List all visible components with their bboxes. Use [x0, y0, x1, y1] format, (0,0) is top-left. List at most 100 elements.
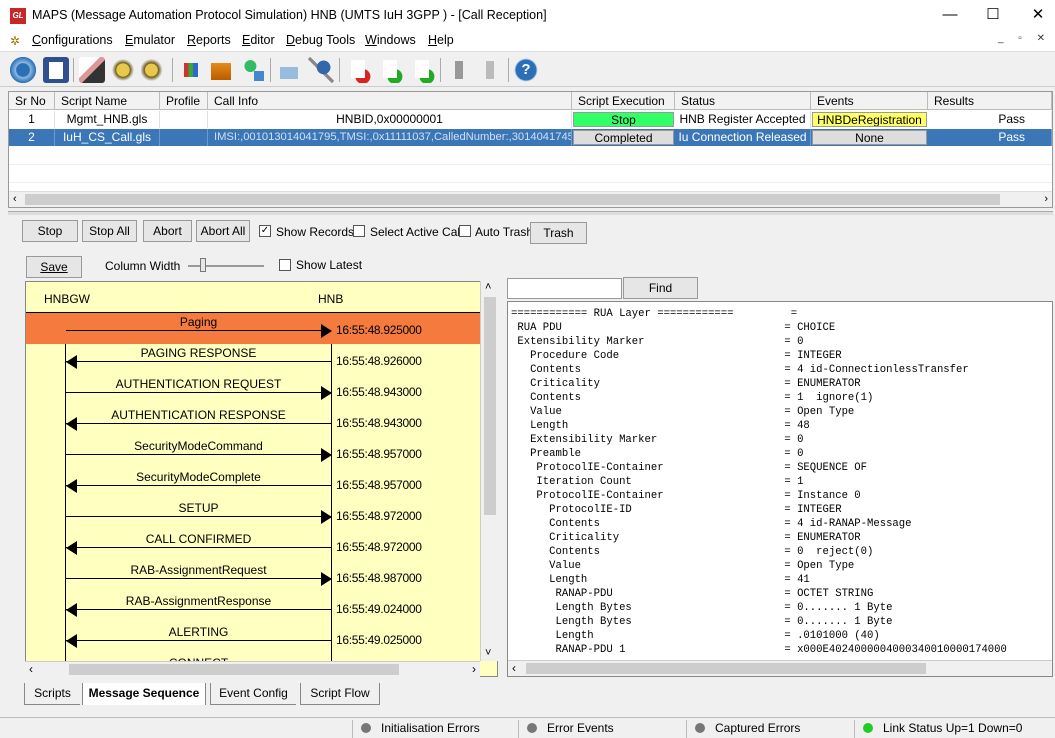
scroll-down-icon[interactable]: ˅ [485, 647, 491, 659]
select-active-call-checkbox[interactable] [353, 225, 365, 237]
col-status[interactable]: Status [675, 92, 811, 110]
scroll-left-icon[interactable]: ‹ [512, 661, 516, 675]
col-events[interactable]: Events [811, 92, 928, 110]
gear-icon[interactable] [10, 57, 36, 83]
event-button[interactable]: HNBDeRegistration [812, 112, 927, 127]
menu-configurations[interactable]: Configurations [32, 33, 113, 47]
table-row-selected[interactable]: 2 IuH_CS_Call.gls IMSI:,001013014041795,… [9, 129, 1052, 146]
column-width-slider-thumb[interactable] [200, 258, 206, 272]
sequence-message[interactable]: ALERTING 16:55:49.025000 [26, 623, 481, 654]
menu-debug-tools[interactable]: Debug Tools [286, 33, 355, 47]
minimize-button[interactable]: — [930, 4, 970, 26]
find-button[interactable]: Find [623, 277, 698, 299]
scroll-right-icon[interactable]: › [1044, 193, 1048, 205]
execution-completed-button[interactable]: Completed [573, 130, 674, 145]
sequence-message[interactable]: SecurityModeCommand 16:55:48.957000 [26, 437, 481, 468]
scroll-up-icon[interactable]: ˄ [485, 281, 491, 293]
show-latest-checkbox[interactable] [279, 259, 291, 271]
execution-stop-button[interactable]: Stop [573, 112, 674, 127]
trash-button[interactable]: Trash [530, 222, 587, 244]
pane-splitter[interactable] [8, 211, 1053, 215]
sequence-message[interactable]: CALL CONFIRMED 16:55:48.972000 [26, 530, 481, 561]
sequence-message[interactable]: SETUP 16:55:48.972000 [26, 499, 481, 530]
status-dot-icon [527, 723, 537, 733]
find-input[interactable] [507, 278, 622, 299]
stop-button[interactable]: Stop [22, 220, 78, 242]
run-icon[interactable] [110, 57, 136, 83]
sequence-vertical-scrollbar[interactable]: ˄ ˅ [480, 281, 498, 661]
maximize-button[interactable]: ☐ [973, 4, 1013, 26]
abort-all-button[interactable]: Abort All [196, 220, 250, 242]
wrench-icon[interactable] [308, 57, 334, 83]
d-icon[interactable] [346, 57, 372, 83]
select-active-call-label: Select Active Call [370, 225, 463, 239]
run-all-icon[interactable] [141, 57, 167, 83]
c-icon[interactable] [378, 57, 404, 83]
user-lock-icon[interactable] [240, 57, 266, 83]
tab-scripts[interactable]: Scripts [24, 683, 80, 705]
tab-event-config[interactable]: Event Config [210, 683, 296, 705]
trash-icon[interactable] [446, 57, 472, 83]
auto-trash-checkbox[interactable] [459, 225, 471, 237]
tab-script-flow[interactable]: Script Flow [300, 683, 380, 705]
grid-horizontal-scrollbar[interactable]: ‹ › [9, 191, 1052, 207]
trash-grey-icon[interactable] [477, 57, 503, 83]
col-srno[interactable]: Sr No [9, 92, 55, 110]
table-row[interactable]: 1 Mgmt_HNB.gls HNBID,0x00000001 Stop HNB… [9, 111, 1052, 128]
menu-reports[interactable]: Reports [187, 33, 231, 47]
message-label: ALERTING [168, 625, 229, 639]
arrow-right-icon [321, 324, 332, 338]
stop-all-button[interactable]: Stop All [82, 220, 137, 242]
message-timestamp: 16:55:49.025000 [336, 633, 422, 647]
sequence-message[interactable]: AUTHENTICATION RESPONSE 16:55:48.943000 [26, 406, 481, 437]
menu-windows[interactable]: Windows [365, 33, 416, 47]
db-icon[interactable] [178, 57, 204, 83]
sequence-message[interactable]: RAB-AssignmentResponse 16:55:49.024000 [26, 592, 481, 623]
save-button[interactable]: Save [26, 256, 82, 278]
sequence-message[interactable]: RAB-AssignmentRequest 16:55:48.987000 [26, 561, 481, 592]
document-icon[interactable] [43, 57, 69, 83]
message-timestamp: 16:55:48.987000 [336, 571, 422, 585]
status-captured-errors[interactable]: Captured Errors [686, 720, 852, 738]
col-script-execution[interactable]: Script Execution [572, 92, 675, 110]
toolbox-icon[interactable] [208, 57, 234, 83]
show-records-checkbox[interactable]: ✓ [259, 225, 271, 237]
close-button[interactable]: ✕ [1018, 4, 1055, 26]
message-timestamp: 16:55:48.957000 [336, 478, 422, 492]
message-label: Paging [179, 315, 218, 329]
scroll-thumb[interactable] [69, 664, 399, 675]
menu-editor[interactable]: Editor [242, 33, 275, 47]
entity-hnb: HNB [318, 292, 344, 306]
col-script-name[interactable]: Script Name [55, 92, 160, 110]
help-icon[interactable]: ? [513, 57, 539, 83]
menu-help[interactable]: Help [428, 33, 454, 47]
sequence-message[interactable]: Paging 16:55:48.925000 [26, 313, 481, 344]
status-initialisation-errors[interactable]: Initialisation Errors [352, 720, 516, 738]
sequence-message[interactable]: PAGING RESPONSE 16:55:48.926000 [26, 344, 481, 375]
event-button[interactable]: None [812, 130, 927, 145]
edit-script-icon[interactable] [79, 57, 105, 83]
status-error-events[interactable]: Error Events [518, 720, 684, 738]
sequence-horizontal-scrollbar[interactable]: ‹ › [25, 661, 480, 677]
scroll-thumb[interactable] [25, 194, 1000, 205]
col-profile[interactable]: Profile [160, 92, 208, 110]
message-arrow-line [66, 423, 331, 424]
mdi-window-controls[interactable]: _ ▫ ✕ [998, 33, 1051, 44]
p-icon[interactable] [410, 57, 436, 83]
arrow-left-icon [66, 417, 77, 431]
sequence-message[interactable]: SecurityModeComplete 16:55:48.957000 [26, 468, 481, 499]
abort-button[interactable]: Abort [143, 220, 192, 242]
col-results[interactable]: Results [928, 92, 1052, 110]
tick-icon[interactable] [276, 57, 302, 83]
cell-call-info: IMSI:,001013014041795,TMSI:,0x11111037,C… [208, 129, 572, 146]
scroll-thumb[interactable] [484, 297, 496, 515]
col-call-info[interactable]: Call Info [208, 92, 572, 110]
scroll-right-icon[interactable]: › [472, 662, 476, 676]
scroll-left-icon[interactable]: ‹ [29, 662, 33, 676]
scroll-thumb[interactable] [526, 663, 926, 674]
scroll-left-icon[interactable]: ‹ [13, 193, 17, 205]
detail-horizontal-scrollbar[interactable]: ‹ [508, 660, 1052, 676]
sequence-message[interactable]: AUTHENTICATION REQUEST 16:55:48.943000 [26, 375, 481, 406]
menu-emulator[interactable]: Emulator [125, 33, 175, 47]
tab-message-sequence[interactable]: Message Sequence [82, 683, 206, 705]
